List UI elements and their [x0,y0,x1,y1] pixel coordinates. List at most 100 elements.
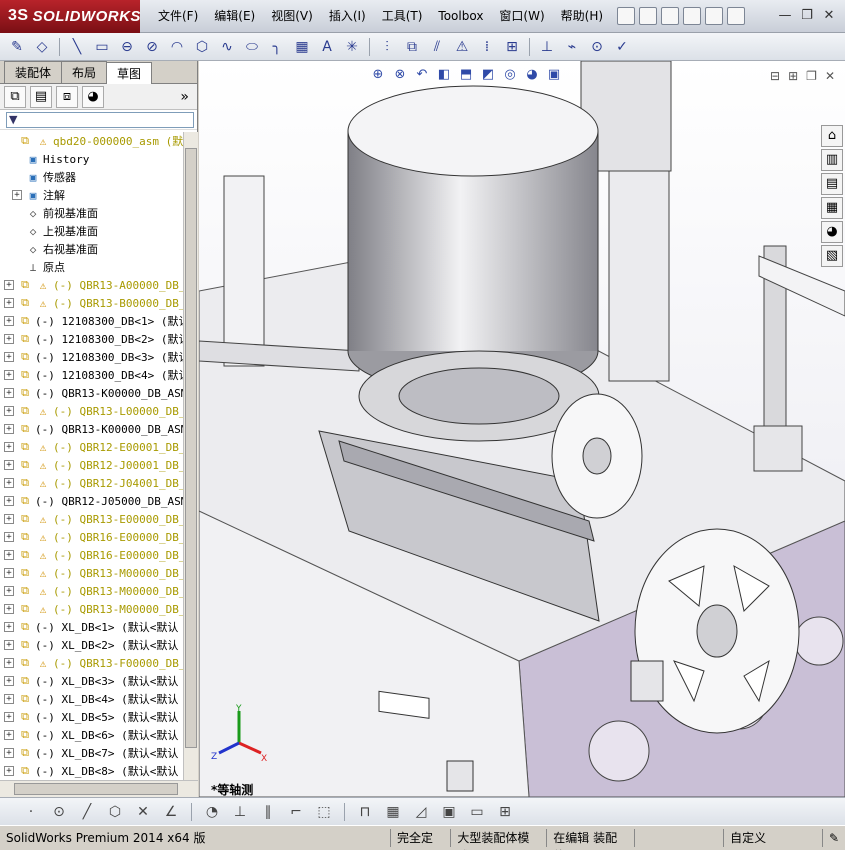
plane-icon[interactable]: ▦ [291,36,313,58]
restore-icon[interactable]: ❐ [806,69,817,83]
design-library-icon[interactable]: ▥ [821,149,843,171]
tree-item[interactable]: + ⧉ (-) QBR13-K00000_DB_ASM [0,420,183,438]
previous-view-icon[interactable]: ↶ [413,67,431,85]
tile-vertical-icon[interactable]: ⊞ [788,69,798,83]
convert-entities-icon[interactable]: ⧉ [401,36,423,58]
restore-icon[interactable]: ❐ [799,8,815,24]
tree-item[interactable]: ◇ 前视基准面 [0,204,183,222]
tangent-icon[interactable]: ◔ [201,801,223,823]
tree-item[interactable]: + ⧉ ⚠ (-) QBR13-E00000_DB_ [0,510,183,528]
tree-item[interactable]: ⧉ ⚠ qbd20-000000_asm (默认< [0,132,183,150]
corner-icon[interactable]: ⌐ [285,801,307,823]
expand-icon[interactable]: + [4,298,14,308]
point-icon[interactable]: ✳ [341,36,363,58]
pin-icon[interactable] [617,7,636,25]
expand-icon[interactable]: + [4,748,14,758]
tree-item[interactable]: + ⧉ ⚠ (-) QBR13-F00000_DB_ [0,654,183,672]
smart-dimension-icon[interactable]: ◇ [31,36,53,58]
expand-more-icon[interactable]: » [180,89,189,105]
expand-icon[interactable]: + [4,478,14,488]
fillet-icon[interactable]: ╮ [266,36,288,58]
tree-item[interactable]: + ⧉ (-) XL_DB<4> (默认<默认 [0,690,183,708]
appearances-icon[interactable]: ◕ [821,221,843,243]
tree-item[interactable]: ▣ History [0,150,183,168]
display-style-icon[interactable]: ◩ [479,67,497,85]
menu-view[interactable]: 视图(V) [263,0,321,33]
rebuild-icon[interactable]: ✎ [821,829,845,847]
tree-item[interactable]: + ⧉ (-) XL_DB<8> (默认<默认 [0,762,183,780]
dimension-icon[interactable]: ⊓ [354,801,376,823]
ellipse-icon[interactable]: ⬭ [241,36,263,58]
tree-item[interactable]: + ⧉ ⚠ (-) QBR13-M00000_DB_ [0,582,183,600]
polygon-icon[interactable]: ⬡ [191,36,213,58]
scrollbar-thumb[interactable] [185,148,197,748]
pattern-icon[interactable]: ⁞ [476,36,498,58]
text-icon[interactable]: A [316,36,338,58]
window-icon[interactable]: ▭ [466,801,488,823]
menu-window[interactable]: 窗口(W) [491,0,552,33]
repair-sketch-icon[interactable]: ⌁ [561,36,583,58]
tree-item[interactable]: + ⧉ (-) XL_DB<3> (默认<默认 [0,672,183,690]
tree-item[interactable]: ▣ 传感器 [0,168,183,186]
display-manager-icon[interactable]: ◕ [82,85,104,108]
tree-item[interactable]: + ⧉ (-) 12108300_DB<2> (默认 [0,330,183,348]
tab-sketch[interactable]: 草图 [106,62,153,84]
custom-properties-icon[interactable]: ▧ [821,245,843,267]
graphics-viewport[interactable]: ⊕ ⊗ ↶ ◧ ⬒ ◩ ◎ ◕ ▣ ⊟ ⊞ ❐ ✕ ⌂ ▥ ▤ ▦ ◕ ▧ Y … [199,61,845,797]
expand-icon[interactable]: + [12,190,22,200]
expand-icon[interactable]: + [4,676,14,686]
tree-item[interactable]: + ⧉ (-) 12108300_DB<4> (默认 [0,366,183,384]
expand-icon[interactable]: + [4,730,14,740]
expand-icon[interactable]: + [4,352,14,362]
tree-item[interactable]: ⊥ 原点 [0,258,183,276]
expand-icon[interactable]: + [4,460,14,470]
scene-icon[interactable]: ▣ [545,67,563,85]
hide-show-icon[interactable]: ◎ [501,67,519,85]
save-icon[interactable] [683,7,702,25]
triangle-icon[interactable]: ◿ [410,801,432,823]
tree-item[interactable]: + ⧉ (-) 12108300_DB<3> (默认 [0,348,183,366]
quick-snaps-icon[interactable]: ⊙ [586,36,608,58]
cross-icon[interactable]: ✕ [132,801,154,823]
home-icon[interactable]: ⌂ [821,125,843,147]
sketch-icon[interactable]: ✎ [6,36,28,58]
grid-icon[interactable]: ▦ [382,801,404,823]
tree-item[interactable]: + ⧉ ⚠ (-) QBR13-M00000_DB_ [0,564,183,582]
tree-item[interactable]: + ⧉ (-) XL_DB<1> (默认<默认 [0,618,183,636]
tree-item[interactable]: + ⧉ ⚠ (-) QBR13-B00000_DB_ [0,294,183,312]
tree-item[interactable]: + ⧉ ⚠ (-) QBR12-J00001_DB_ [0,456,183,474]
expand-icon[interactable]: + [4,424,14,434]
tree-item[interactable]: + ⧉ ⚠ (-) QBR13-L00000_DB_ [0,402,183,420]
parallel-icon[interactable]: ∥ [257,801,279,823]
expand-icon[interactable]: + [4,550,14,560]
tree-item[interactable]: + ⧉ (-) XL_DB<2> (默认<默认 [0,636,183,654]
angle-icon[interactable]: ∠ [160,801,182,823]
scrollbar-thumb[interactable] [14,783,178,795]
expand-icon[interactable]: + [4,622,14,632]
polygon-icon[interactable]: ⬡ [104,801,126,823]
solidworks-logo[interactable]: 3S SOLIDWORKS [0,0,140,33]
appearance-icon[interactable]: ◕ [523,67,541,85]
tree-item[interactable]: + ⧉ ⚠ (-) QBR12-J04001_DB_ [0,474,183,492]
traffic-light-icon[interactable] [705,7,724,25]
dotted-box-icon[interactable]: ⬚ [313,801,335,823]
menu-toolbox[interactable]: Toolbox [430,0,491,33]
spline-icon[interactable]: ∿ [216,36,238,58]
zoom-to-fit-icon[interactable]: ⊕ [369,67,387,85]
mirror-icon[interactable]: ⚠ [451,36,473,58]
feature-tree-icon[interactable]: ⧉ [4,85,26,108]
expand-icon[interactable]: + [4,712,14,722]
circle-icon[interactable]: ⊙ [48,801,70,823]
menu-help[interactable]: 帮助(H) [553,0,611,33]
expand-icon[interactable]: + [4,406,14,416]
expand-icon[interactable]: + [4,586,14,596]
tree-item[interactable]: + ⧉ ⚠ (-) QBR13-M00000_DB_ [0,600,183,618]
tree-item[interactable]: + ⧉ (-) XL_DB<5> (默认<默认 [0,708,183,726]
expand-icon[interactable]: + [4,388,14,398]
display-relations-icon[interactable]: ⊥ [536,36,558,58]
menu-insert[interactable]: 插入(I) [321,0,374,33]
tree-item[interactable]: + ⧉ (-) QBR13-K00000_DB_ASM [0,384,183,402]
file-explorer-icon[interactable]: ▤ [821,173,843,195]
expand-icon[interactable]: + [4,316,14,326]
tree-item[interactable]: + ▣ 注解 [0,186,183,204]
